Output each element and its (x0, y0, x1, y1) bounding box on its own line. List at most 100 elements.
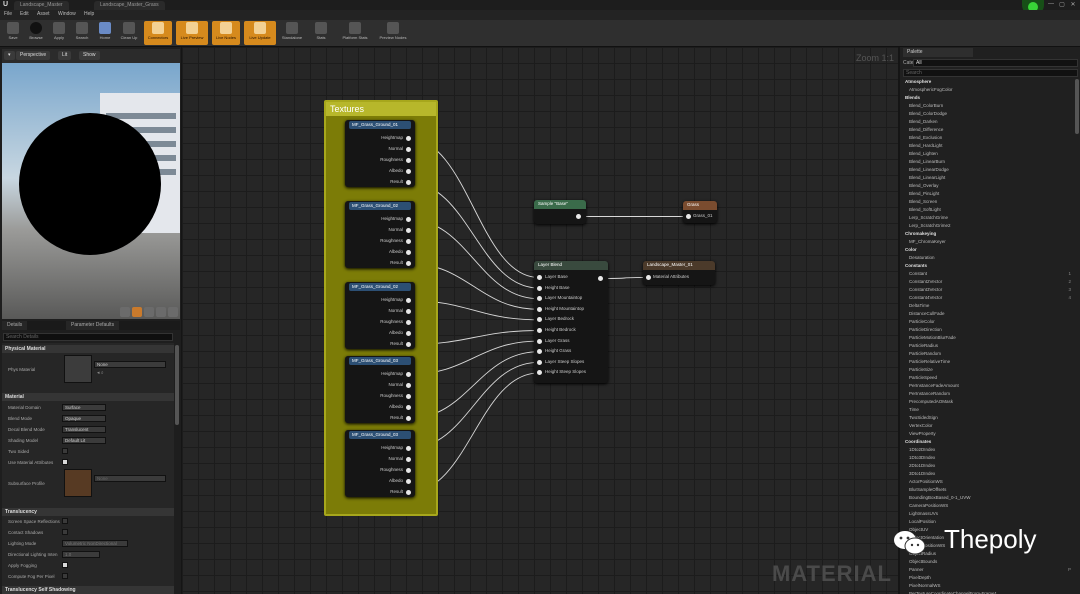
apply-fogging-checkbox[interactable] (62, 562, 68, 568)
palette-item[interactable]: BoundingBoxBased_0-1_UVW (903, 494, 1073, 502)
palette-item[interactable]: 1Dto2DIndex (903, 446, 1073, 454)
shading-model-dropdown[interactable]: Default Lit (62, 437, 106, 444)
palette-item[interactable]: Blend_Darken (903, 118, 1073, 126)
palette-item[interactable]: Blend_Difference (903, 126, 1073, 134)
perspective-button[interactable]: Perspective (16, 51, 51, 60)
palette-item[interactable]: Blend_Lighten (903, 150, 1073, 158)
palette-item[interactable]: Blend_LinearDodge (903, 166, 1073, 174)
texture-output-pin[interactable] (406, 250, 411, 255)
browse-button[interactable]: Browse (25, 21, 47, 45)
layer-blend-input-pin[interactable] (537, 275, 542, 280)
texture-output-pin[interactable] (406, 490, 411, 495)
home-button[interactable]: Home (94, 21, 116, 45)
directional-lighting-input[interactable]: 1.0 (62, 551, 100, 558)
texture-output-pin[interactable] (406, 331, 411, 336)
texture-output-pin[interactable] (406, 383, 411, 388)
grass-node[interactable]: Grass Grass_01 (683, 201, 717, 223)
lit-button[interactable]: Lit (58, 51, 72, 60)
palette-item[interactable]: PerTextureCoordinateChannelFrom-Frame1 (903, 590, 1073, 594)
section-physical-material[interactable]: Physical Material (2, 345, 174, 353)
lighting-mode-dropdown[interactable]: Volumetric NonDirectional (62, 540, 128, 547)
menu-help[interactable]: Help (84, 11, 94, 17)
search-button[interactable]: Search (71, 21, 93, 45)
compute-fog-checkbox[interactable] (62, 573, 68, 579)
tab-palette[interactable]: Palette (903, 48, 973, 57)
texture-output-pin[interactable] (406, 479, 411, 484)
maximize-button[interactable]: ▢ (1057, 1, 1067, 9)
layer-blend-input-pin[interactable] (537, 306, 542, 312)
two-sided-checkbox[interactable] (62, 448, 68, 454)
palette-item[interactable]: TwoSidedSign (903, 414, 1073, 422)
texture-output-pin[interactable] (406, 405, 411, 410)
palette-item[interactable]: Panner P (903, 566, 1073, 574)
palette-item[interactable]: Time (903, 406, 1073, 414)
tab-landscape-master[interactable]: Landscape_Master (14, 1, 69, 10)
palette-item[interactable]: LightmassUVs (903, 510, 1073, 518)
material-domain-dropdown[interactable]: Surface (62, 404, 106, 411)
palette-item[interactable]: CameraPositionWS (903, 502, 1073, 510)
texture-output-pin[interactable] (406, 158, 411, 163)
preview-plane-icon[interactable] (144, 307, 154, 317)
palette-item[interactable]: Blend_HardLight (903, 142, 1073, 150)
palette-item[interactable]: Blend_LinearLight (903, 174, 1073, 182)
layer-blend-input-pin[interactable] (537, 328, 542, 333)
preview-nodes-button[interactable]: Preview Nodes (376, 21, 410, 45)
menu-window[interactable]: Window (58, 11, 76, 17)
layer-blend-input-pin[interactable] (537, 349, 542, 355)
show-button[interactable]: Show (79, 51, 100, 60)
use-material-attributes-checkbox[interactable] (62, 459, 68, 465)
phys-material-thumbnail[interactable] (64, 355, 92, 383)
menu-file[interactable]: File (4, 11, 12, 17)
texture-output-pin[interactable] (406, 147, 411, 152)
save-button[interactable]: Save (2, 21, 24, 45)
palette-category[interactable]: Constants (903, 262, 1073, 270)
palette-item[interactable]: Lerp_ScratchGrime (903, 214, 1073, 222)
palette-item[interactable]: BlurSampleOffsets (903, 486, 1073, 494)
layer-blend-input-pin[interactable] (537, 285, 542, 291)
phys-material-dropdown[interactable]: None (94, 361, 166, 368)
palette-item[interactable]: PerInstanceFadeAmount (903, 382, 1073, 390)
texture-output-pin[interactable] (406, 169, 411, 174)
close-button[interactable]: ✕ (1068, 1, 1078, 9)
palette-item[interactable]: Constant3Vector 3 (903, 286, 1073, 294)
details-scrollbar[interactable] (175, 345, 179, 425)
palette-item[interactable]: ObjectBounds (903, 558, 1073, 566)
texture-output-pin[interactable] (406, 180, 411, 185)
palette-item[interactable]: Blend_ColorBurn (903, 102, 1073, 110)
layer-blend-input-pin[interactable] (537, 317, 542, 323)
palette-search-input[interactable]: Search (903, 69, 1078, 77)
texture-node[interactable]: MF_Grass_Ground_01 Heightmap Normal Roughne… (345, 120, 415, 187)
palette-item[interactable]: ViewProperty (903, 430, 1073, 438)
palette-item[interactable]: DistanceCullFade (903, 310, 1073, 318)
contact-shadows-checkbox[interactable] (62, 529, 68, 535)
texture-output-pin[interactable] (406, 416, 411, 421)
texture-output-pin[interactable] (406, 394, 411, 399)
texture-output-pin[interactable] (406, 136, 411, 141)
live-preview-button[interactable]: Live Preview (176, 21, 208, 45)
layer-blend-input-pin[interactable] (537, 359, 542, 365)
palette-item[interactable]: Blend_Screen (903, 198, 1073, 206)
preview-cube-icon[interactable] (156, 307, 166, 317)
subsurface-thumbnail[interactable] (64, 469, 92, 497)
layer-blend-input-pin[interactable] (537, 370, 542, 376)
texture-output-pin[interactable] (406, 320, 411, 325)
palette-item[interactable]: 2Dto1DIndex (903, 462, 1073, 470)
palette-item[interactable]: Blend_LinearBurn (903, 158, 1073, 166)
grass-input-pin[interactable] (686, 214, 691, 219)
palette-category[interactable]: Color (903, 246, 1073, 254)
texture-node[interactable]: MF_Grass_Ground_02 Heightmap Normal Roughne… (345, 201, 415, 268)
texture-output-pin[interactable] (406, 217, 411, 222)
ssr-checkbox[interactable] (62, 518, 68, 524)
texture-node[interactable]: MF_Grass_Ground_03 Heightmap Normal Roughne… (345, 356, 415, 423)
palette-item[interactable]: Constant4Vector 4 (903, 294, 1073, 302)
palette-item[interactable]: PrecomputedAOMask (903, 398, 1073, 406)
texture-output-pin[interactable] (406, 309, 411, 314)
texture-output-pin[interactable] (406, 372, 411, 377)
palette-scrollbar[interactable] (1075, 79, 1079, 134)
menu-asset[interactable]: Asset (37, 11, 50, 17)
texture-output-pin[interactable] (406, 239, 411, 244)
browse-asset-icon[interactable]: ◂ ⌕ (97, 370, 104, 376)
texture-output-pin[interactable] (406, 342, 411, 347)
palette-item[interactable]: ParticleSize (903, 366, 1073, 374)
preview-sphere-icon[interactable] (132, 307, 142, 317)
